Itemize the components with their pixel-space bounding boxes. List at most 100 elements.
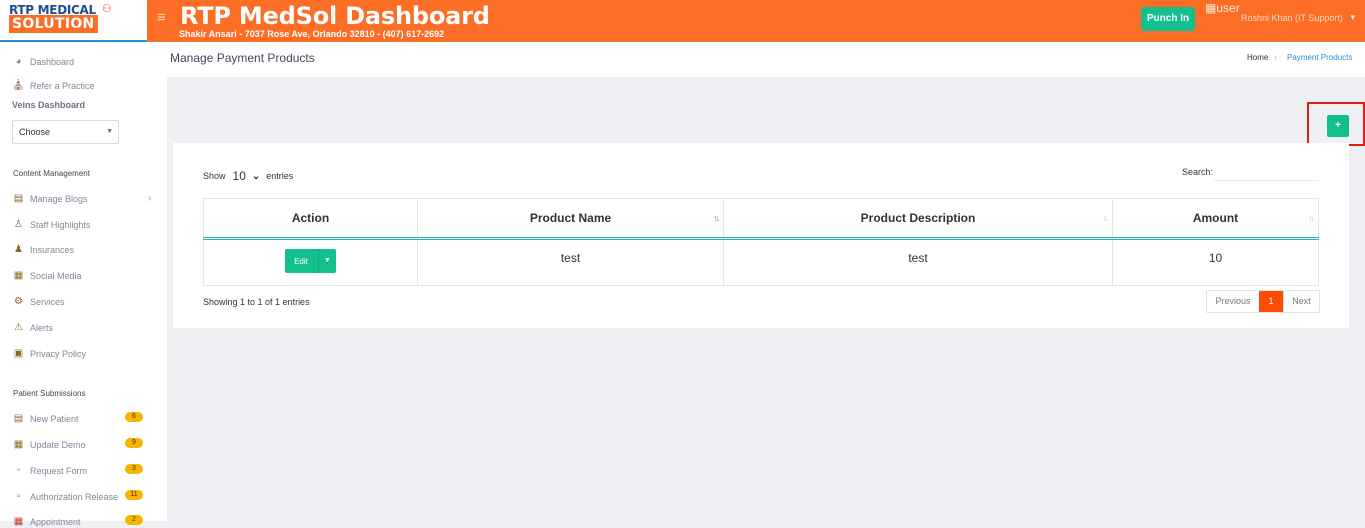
edit-button[interactable]: Edit (285, 257, 318, 266)
sidebar-item-refer[interactable]: ⛪ Refer a Practice (12, 79, 95, 92)
amount-cell: 10 (1112, 238, 1319, 286)
count-badge: 6 (125, 412, 143, 422)
hamburger-menu-icon[interactable]: ≡ (157, 9, 166, 26)
sidebar: ◕ Dashboard ⛪ Refer a Practice Veins Das… (0, 42, 167, 527)
sidebar-item-dashboard[interactable]: ◕ Dashboard (12, 55, 74, 68)
column-header-label: Amount (1192, 211, 1239, 225)
sidebar-item-staff-highlights[interactable]: ♙ Staff Highlights (12, 218, 90, 231)
veins-dashboard-heading: Veins Dashboard (12, 100, 86, 110)
sidebar-item-update-demo[interactable]: ▦ Update Demo (12, 438, 86, 451)
column-header-product-name[interactable]: Product Name ↑↓ (417, 198, 724, 240)
breadcrumb-home[interactable]: Home (1247, 53, 1268, 62)
page-title: Manage Payment Products (170, 51, 315, 65)
top-header: RTP MEDICAL ⚇ SOLUTION ≡ RTP MedSol Dash… (0, 0, 1365, 42)
chevron-right-icon[interactable]: › (148, 193, 151, 204)
user-avatar-alt: user (1216, 1, 1240, 15)
sidebar-item-label: New Patient (30, 413, 79, 424)
alert-icon: ⚠ (14, 322, 23, 333)
privacy-icon: ▣ (13, 348, 24, 359)
table-row: Edit ▼ test test 10 (203, 238, 1319, 286)
entries-length-control: Show 10 ⌄ entries (203, 169, 293, 183)
pagination: Previous 1 Next (1206, 290, 1320, 313)
dashboard-subtitle: Shakir Ansari - 7037 Rose Ave, Orlando 3… (179, 29, 445, 39)
calendar-icon: ▦ (13, 516, 24, 527)
sidebar-item-label: Privacy Policy (30, 348, 87, 359)
products-table: Action Product Name ↑↓ Product Descriptio… (203, 198, 1319, 286)
sidebar-item-label: Services (30, 296, 65, 307)
sidebar-item-services[interactable]: ⚙ Services (12, 295, 65, 308)
sidebar-item-authorization-release[interactable]: ▫ Authorization Release (12, 490, 118, 503)
logo[interactable]: RTP MEDICAL ⚇ SOLUTION (0, 0, 147, 42)
sidebar-item-label: Refer a Practice (30, 80, 95, 91)
user-avatar[interactable]: ▦user (1205, 1, 1240, 15)
chevron-down-icon: ▼ (106, 128, 113, 135)
update-demo-icon: ▦ (13, 439, 24, 450)
column-header-action: Action (203, 198, 418, 240)
authorization-icon: ▫ (16, 491, 21, 502)
logo-figure-icon: ⚇ (102, 3, 112, 15)
sidebar-item-appointment[interactable]: ▦ Appointment (12, 515, 81, 528)
count-badge: 3 (125, 464, 143, 474)
previous-page-button[interactable]: Previous (1207, 291, 1259, 312)
entries-label: entries (266, 171, 294, 181)
content-management-heading: Content Management (13, 169, 90, 178)
count-badge: 2 (125, 515, 143, 525)
edit-button-group[interactable]: Edit ▼ (285, 249, 336, 273)
select-value: Choose (19, 127, 51, 137)
punch-in-button[interactable]: Punch In (1141, 7, 1195, 31)
column-header-amount[interactable]: Amount ↑↓ (1112, 198, 1319, 240)
column-header-product-description[interactable]: Product Description ↑↓ (723, 198, 1113, 240)
count-badge: 9 (125, 438, 143, 448)
sort-icon: ↑↓ (713, 213, 720, 223)
sidebar-item-label: Manage Blogs (30, 193, 88, 204)
column-header-label: Product Description (860, 211, 976, 225)
column-header-label: Product Name (529, 211, 612, 225)
user-name[interactable]: Roshni Khan (IT Support) (1241, 13, 1343, 23)
clipboard-icon: ▤ (13, 413, 24, 424)
next-page-button[interactable]: Next (1283, 291, 1319, 312)
chevron-down-icon[interactable]: ⌄ (252, 171, 260, 182)
sidebar-item-insurances[interactable]: ♟ Insurances (12, 243, 74, 256)
breadcrumb-separator-icon: › (1274, 52, 1277, 62)
sort-icon: ↑↓ (1102, 213, 1109, 223)
page-button-current[interactable]: 1 (1259, 291, 1283, 312)
insurance-icon: ♟ (14, 244, 23, 255)
sidebar-item-privacy-policy[interactable]: ▣ Privacy Policy (12, 347, 86, 360)
table-info: Showing 1 to 1 of 1 entries (203, 297, 310, 307)
show-label: Show (203, 171, 226, 181)
sidebar-item-label: Authorization Release (30, 491, 119, 502)
sidebar-item-label: Update Demo (30, 439, 86, 450)
caret-down-icon[interactable]: ▼ (317, 249, 336, 273)
user-dropdown-caret-icon[interactable]: ▼ (1349, 13, 1357, 22)
products-card: Show 10 ⌄ entries Search: Action Product… (173, 143, 1349, 328)
search-label: Search: (1182, 167, 1214, 177)
breadcrumb-current: Payment Products (1287, 53, 1353, 62)
sidebar-item-new-patient[interactable]: ▤ New Patient (12, 412, 79, 425)
table-header-row: Action Product Name ↑↓ Product Descriptio… (203, 198, 1319, 240)
entries-select[interactable]: 10 (233, 169, 246, 183)
staff-icon: ♙ (14, 219, 23, 230)
page-header: Manage Payment Products Home › Payment P… (167, 42, 1365, 77)
column-header-label: Action (291, 211, 330, 225)
blog-icon: ▤ (13, 193, 24, 204)
logo-line-2: SOLUTION (9, 15, 98, 33)
gauge-icon: ◕ (15, 56, 22, 67)
sidebar-item-manage-blogs[interactable]: ▤ Manage Blogs (12, 192, 88, 205)
sidebar-item-alerts[interactable]: ⚠ Alerts (12, 321, 53, 334)
sidebar-item-social-media[interactable]: ▦ Social Media (12, 269, 82, 282)
veins-dashboard-select[interactable]: Choose ▼ (12, 120, 119, 144)
product-description-cell: test (723, 238, 1113, 286)
patient-submissions-heading: Patient Submissions (13, 389, 86, 398)
services-icon: ⚙ (14, 296, 23, 307)
refer-icon: ⛪ (12, 80, 25, 91)
add-product-button[interactable]: + (1327, 115, 1349, 137)
sidebar-item-request-form[interactable]: ▫ Request Form (12, 464, 87, 477)
sidebar-item-label: Alerts (30, 322, 54, 333)
sidebar-item-label: Insurances (30, 244, 75, 255)
sidebar-item-label: Social Media (30, 270, 82, 281)
social-media-icon: ▦ (13, 270, 24, 281)
sidebar-item-label: Appointment (30, 516, 81, 527)
sidebar-item-label: Request Form (30, 465, 88, 476)
search-input[interactable] (1214, 164, 1319, 181)
request-form-icon: ▫ (16, 465, 21, 476)
